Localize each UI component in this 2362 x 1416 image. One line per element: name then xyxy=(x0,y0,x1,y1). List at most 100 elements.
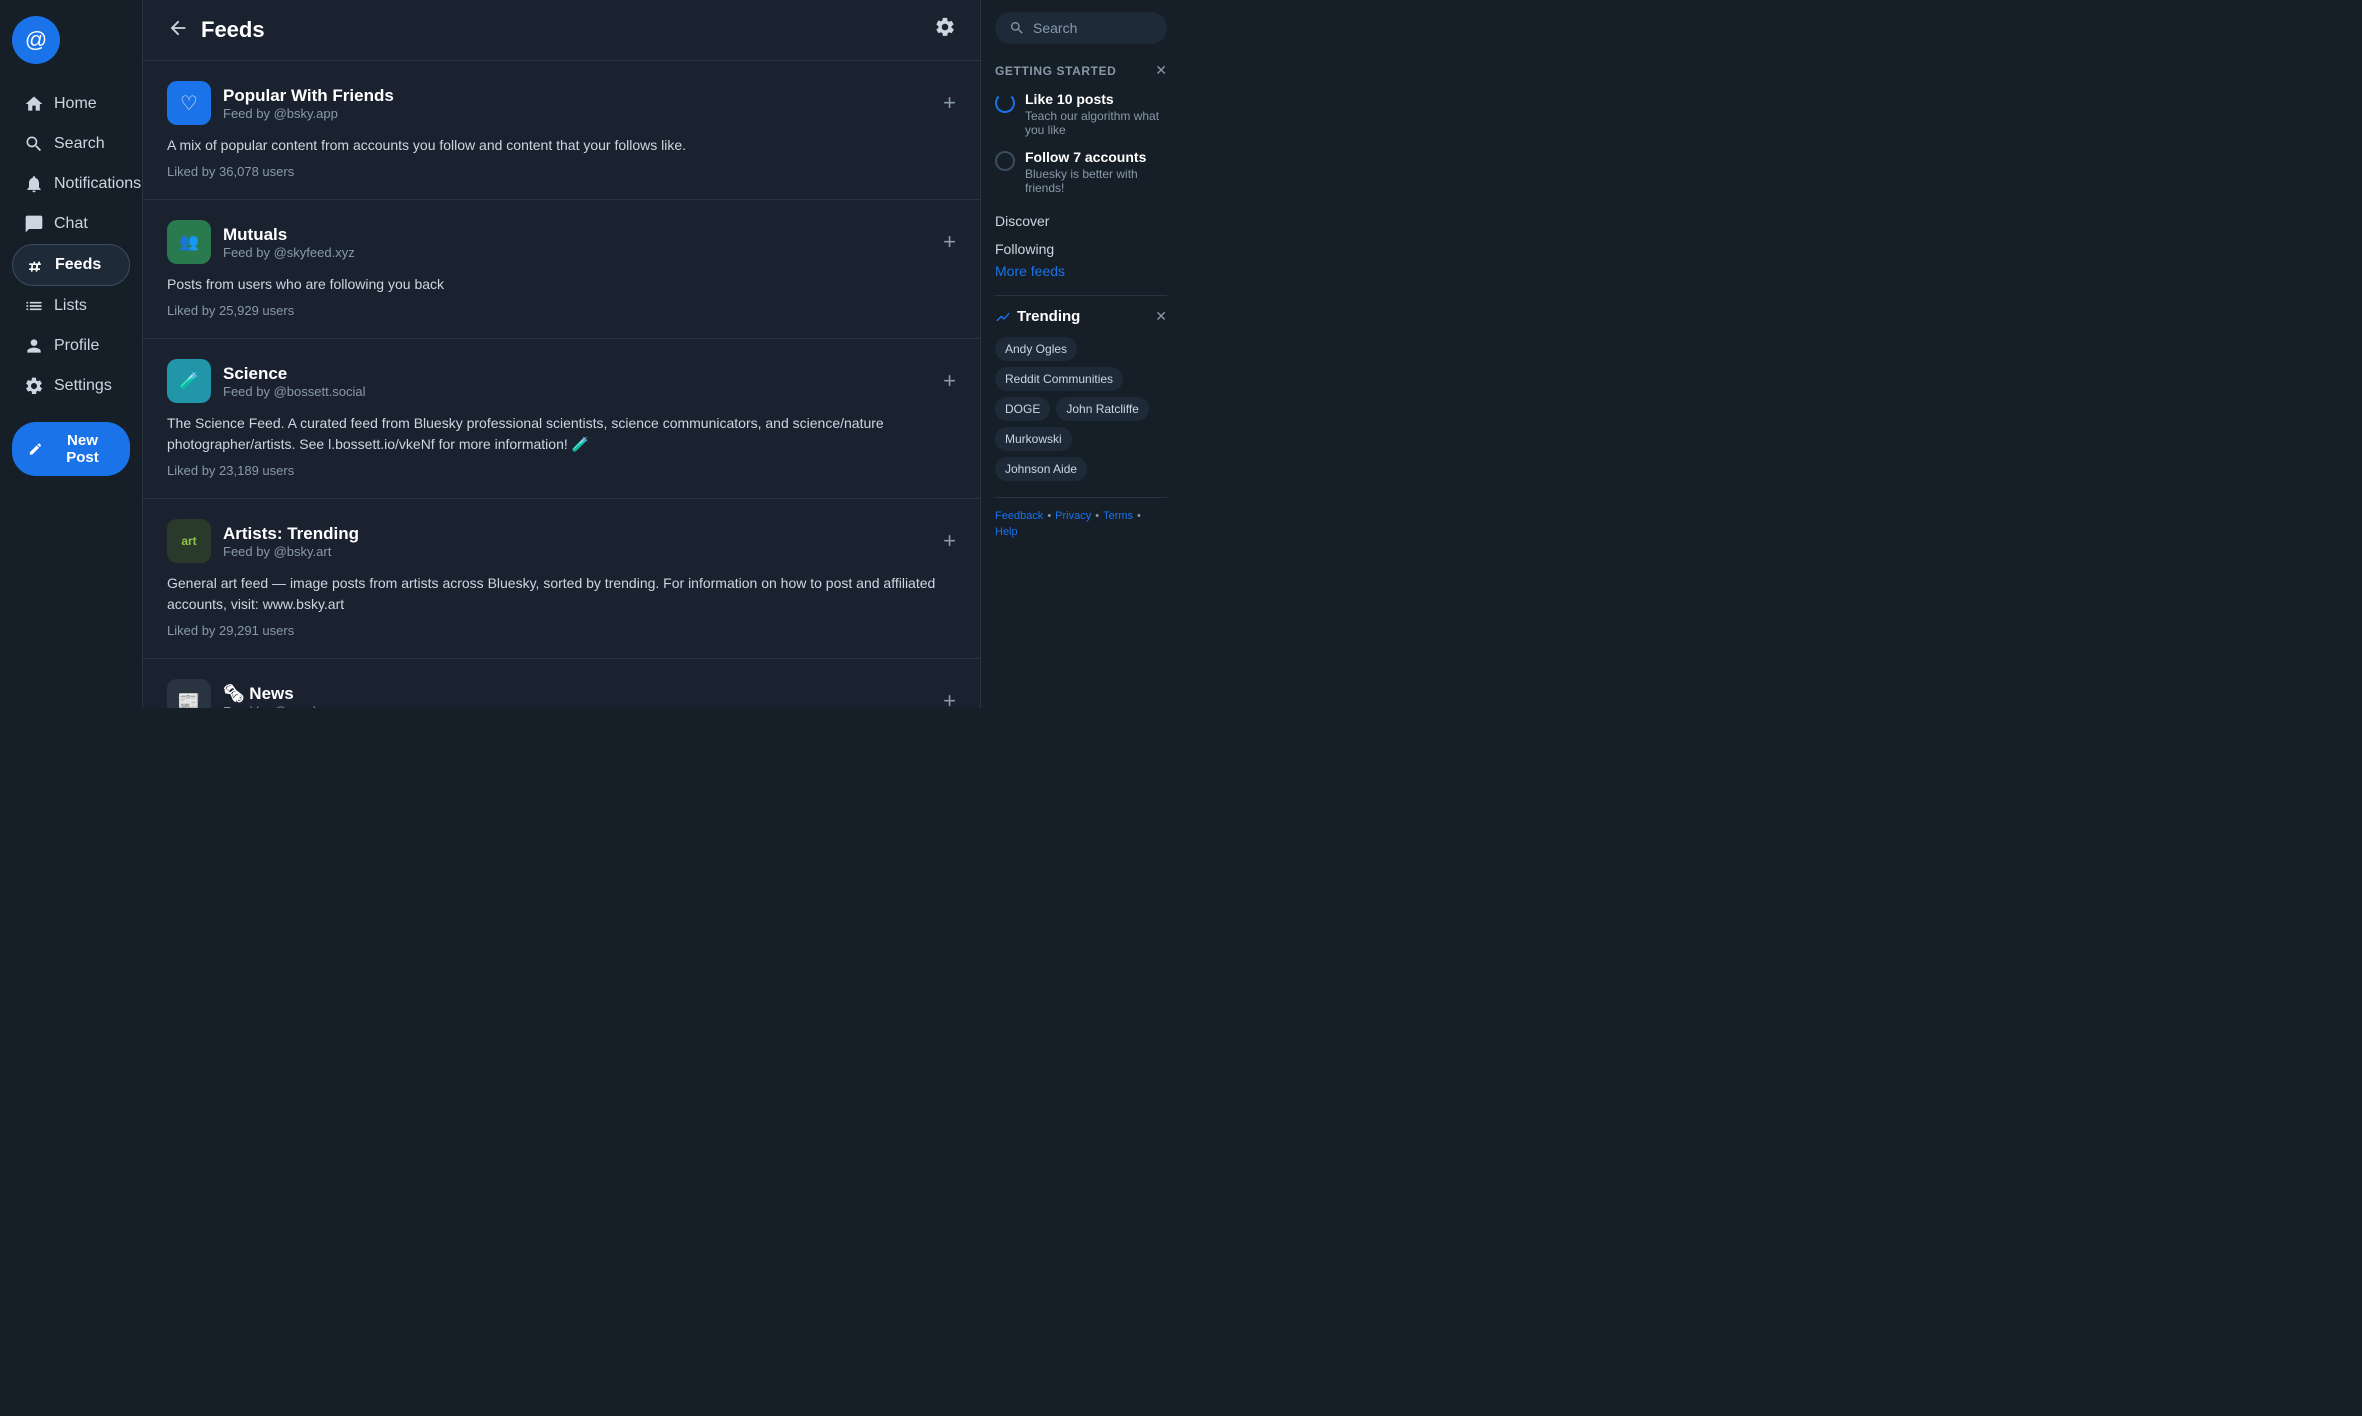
hash-icon xyxy=(25,255,45,275)
feed-by: Feed by @aendra.com xyxy=(223,704,355,709)
feed-info: Science Feed by @bossett.social xyxy=(223,364,366,399)
divider xyxy=(995,295,1167,296)
following-link[interactable]: Following xyxy=(995,235,1167,263)
trend-tag[interactable]: Johnson Aide xyxy=(995,457,1087,481)
feed-item: 📰 🗞 News Feed by @aendra.com + Trending … xyxy=(143,659,980,708)
sidebar-item-search[interactable]: Search xyxy=(12,124,130,164)
feed-icon: ♡ xyxy=(167,81,211,125)
trend-tag[interactable]: DOGE xyxy=(995,397,1050,421)
getting-started-close[interactable]: ✕ xyxy=(1155,62,1167,79)
trending-header: Trending ✕ xyxy=(995,308,1167,325)
getting-started-header: GETTING STARTED ✕ xyxy=(995,62,1167,79)
feed-info: Mutuals Feed by @skyfeed.xyz xyxy=(223,225,355,260)
feed-liked-count: Liked by 29,291 users xyxy=(167,623,956,638)
sidebar-item-chat[interactable]: Chat xyxy=(12,204,130,244)
discover-link[interactable]: Discover xyxy=(995,207,1167,235)
feed-by: Feed by @bossett.social xyxy=(223,384,366,399)
feed-name: Artists: Trending xyxy=(223,524,359,544)
feeds-list: ♡ Popular With Friends Feed by @bsky.app… xyxy=(143,61,980,708)
feed-liked-count: Liked by 36,078 users xyxy=(167,164,956,179)
gs-item-title: Like 10 posts xyxy=(1025,91,1167,107)
getting-started-item: Like 10 posts Teach our algorithm what y… xyxy=(995,91,1167,137)
gs-item-content: Follow 7 accounts Bluesky is better with… xyxy=(1025,149,1167,195)
search-icon xyxy=(1009,20,1025,36)
feed-item-header: 👥 Mutuals Feed by @skyfeed.xyz + xyxy=(167,220,956,264)
trend-tag[interactable]: Andy Ogles xyxy=(995,337,1077,361)
feed-icon: art xyxy=(167,519,211,563)
feed-add-button[interactable]: + xyxy=(943,92,956,114)
sidebar-item-label: Lists xyxy=(54,297,87,315)
sidebar-item-label: Profile xyxy=(54,337,99,355)
feed-info: Popular With Friends Feed by @bsky.app xyxy=(223,86,394,121)
sidebar-item-feeds[interactable]: Feeds xyxy=(12,244,130,286)
feed-icon: 📰 xyxy=(167,679,211,708)
feed-item-header: art Artists: Trending Feed by @bsky.art … xyxy=(167,519,956,563)
footer-help-link[interactable]: Help xyxy=(995,526,1018,538)
more-feeds-link[interactable]: More feeds xyxy=(995,263,1167,279)
section-title: GETTING STARTED xyxy=(995,64,1116,78)
avatar[interactable]: @ xyxy=(12,16,60,64)
search-box[interactable] xyxy=(995,12,1167,44)
progress-circle xyxy=(995,151,1015,171)
trend-tag[interactable]: Murkowski xyxy=(995,427,1072,451)
trend-tag[interactable]: John Ratcliffe xyxy=(1056,397,1149,421)
new-post-button[interactable]: New Post xyxy=(12,422,130,476)
sidebar-item-label: Notifications xyxy=(54,175,141,193)
feed-info: Artists: Trending Feed by @bsky.art xyxy=(223,524,359,559)
new-post-label: New Post xyxy=(51,432,114,466)
sidebar-item-notifications[interactable]: Notifications xyxy=(12,164,130,204)
footer-privacy-link[interactable]: Privacy xyxy=(1055,510,1091,522)
divider xyxy=(995,497,1167,498)
feed-item-left: ♡ Popular With Friends Feed by @bsky.app xyxy=(167,81,394,125)
feed-add-button[interactable]: + xyxy=(943,530,956,552)
feeds-settings-button[interactable] xyxy=(934,16,956,44)
feed-item-left: art Artists: Trending Feed by @bsky.art xyxy=(167,519,359,563)
footer-terms-link[interactable]: Terms xyxy=(1103,510,1133,522)
trending-close[interactable]: ✕ xyxy=(1155,308,1167,325)
feed-item-header: ♡ Popular With Friends Feed by @bsky.app… xyxy=(167,81,956,125)
feed-item-left: 🧪 Science Feed by @bossett.social xyxy=(167,359,366,403)
feed-liked-count: Liked by 25,929 users xyxy=(167,303,956,318)
feed-by: Feed by @bsky.app xyxy=(223,106,394,121)
sidebar-item-label: Search xyxy=(54,135,105,153)
feed-info: 🗞 News Feed by @aendra.com xyxy=(223,684,355,709)
feeds-header-left: Feeds xyxy=(167,17,265,44)
feed-description: The Science Feed. A curated feed from Bl… xyxy=(167,413,956,455)
trend-tag[interactable]: Reddit Communities xyxy=(995,367,1123,391)
lists-icon xyxy=(24,296,44,316)
feeds-panel: Feeds ♡ Popular With Friends Feed by @bs… xyxy=(143,0,981,708)
person-icon xyxy=(24,336,44,356)
feed-description: General art feed — image posts from arti… xyxy=(167,573,956,615)
feed-by: Feed by @skyfeed.xyz xyxy=(223,245,355,260)
feed-item: ♡ Popular With Friends Feed by @bsky.app… xyxy=(143,61,980,200)
feed-item-left: 📰 🗞 News Feed by @aendra.com xyxy=(167,679,355,708)
sidebar-item-settings[interactable]: Settings xyxy=(12,366,130,406)
search-input[interactable] xyxy=(1033,20,1153,36)
bell-icon xyxy=(24,174,44,194)
sidebar-item-lists[interactable]: Lists xyxy=(12,286,130,326)
home-icon xyxy=(24,94,44,114)
feed-add-button[interactable]: + xyxy=(943,231,956,253)
feed-name: Mutuals xyxy=(223,225,355,245)
back-button[interactable] xyxy=(167,17,189,44)
trending-title: Trending xyxy=(995,308,1080,325)
feed-item: 👥 Mutuals Feed by @skyfeed.xyz + Posts f… xyxy=(143,200,980,339)
feed-add-button[interactable]: + xyxy=(943,690,956,708)
sidebar-item-home[interactable]: Home xyxy=(12,84,130,124)
trend-tags: Andy Ogles Reddit Communities DOGE John … xyxy=(995,337,1167,481)
feed-item: art Artists: Trending Feed by @bsky.art … xyxy=(143,499,980,659)
feed-item-left: 👥 Mutuals Feed by @skyfeed.xyz xyxy=(167,220,355,264)
feed-name: 🗞 News xyxy=(223,684,355,704)
feed-liked-count: Liked by 23,189 users xyxy=(167,463,956,478)
gs-item-subtitle: Bluesky is better with friends! xyxy=(1025,167,1167,195)
footer-feedback-link[interactable]: Feedback xyxy=(995,510,1043,522)
feed-item-header: 🧪 Science Feed by @bossett.social + xyxy=(167,359,956,403)
feed-name: Popular With Friends xyxy=(223,86,394,106)
feed-by: Feed by @bsky.art xyxy=(223,544,359,559)
feed-description: A mix of popular content from accounts y… xyxy=(167,135,956,156)
sidebar-item-profile[interactable]: Profile xyxy=(12,326,130,366)
feed-add-button[interactable]: + xyxy=(943,370,956,392)
feed-icon: 🧪 xyxy=(167,359,211,403)
footer-links: Feedback • Privacy • Terms • Help xyxy=(995,510,1167,538)
feeds-header: Feeds xyxy=(143,0,980,61)
